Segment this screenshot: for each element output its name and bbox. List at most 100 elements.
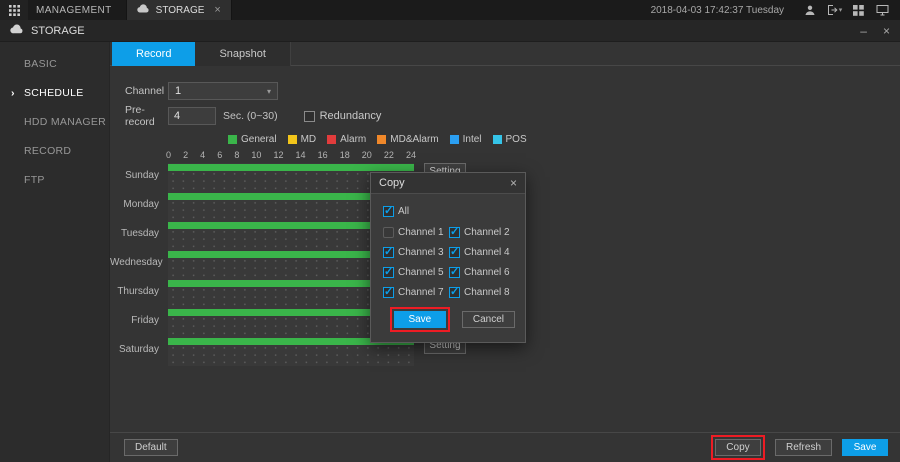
day-label: Thursday — [110, 279, 168, 305]
dialog-cancel-button[interactable]: Cancel — [462, 311, 515, 328]
tab[interactable]: Snapshot — [195, 42, 290, 66]
channel-select[interactable]: 1 ▾ — [168, 82, 278, 100]
channel-checkbox[interactable] — [383, 287, 394, 298]
storage-tab[interactable]: STORAGE × — [126, 0, 232, 20]
legend-item: Intel — [450, 134, 482, 145]
hour-label: 6 — [217, 150, 222, 160]
prerecord-label: Pre-record — [125, 104, 168, 128]
copy-button[interactable]: Copy — [715, 439, 761, 456]
save-button[interactable]: Save — [842, 439, 888, 456]
legend-swatch — [228, 135, 237, 144]
legend-item: General — [228, 134, 277, 145]
user-icon[interactable] — [798, 0, 822, 20]
monitor-icon[interactable] — [870, 0, 894, 20]
hour-label: 4 — [200, 150, 205, 160]
channel-option[interactable]: Channel 7 — [383, 287, 447, 298]
channel-option-label: Channel 4 — [464, 247, 510, 258]
channel-option-label: Channel 7 — [398, 287, 444, 298]
storage-tab-close-icon[interactable]: × — [214, 4, 220, 16]
legend-label: POS — [506, 134, 527, 145]
management-menu[interactable]: MANAGEMENT — [28, 0, 126, 20]
hour-label: 18 — [340, 150, 350, 160]
legend-item: MD&Alarm — [377, 134, 438, 145]
storage-tab-label: STORAGE — [156, 5, 205, 16]
copy-highlight-annotation: Copy — [711, 435, 765, 460]
redundancy-option[interactable]: Redundancy — [304, 110, 382, 122]
legend-swatch — [327, 135, 336, 144]
legend-label: MD — [301, 134, 317, 145]
legend-item: POS — [493, 134, 527, 145]
window-titlebar: STORAGE – × — [0, 20, 900, 42]
hour-label: 14 — [296, 150, 306, 160]
close-button[interactable]: × — [883, 24, 890, 38]
day-label: Friday — [110, 308, 168, 334]
channel-option[interactable]: Channel 4 — [449, 247, 513, 258]
channel-label: Channel — [125, 85, 168, 97]
sidebar: › BASIC › SCHEDULE › HDD MANAGER › RECOR… — [0, 42, 110, 462]
channel-option[interactable]: Channel 2 — [449, 227, 513, 238]
channel-checkbox[interactable] — [449, 267, 460, 278]
channel-checkbox[interactable] — [449, 287, 460, 298]
sidebar-item[interactable]: › SCHEDULE — [0, 79, 109, 108]
channel-checkbox[interactable] — [449, 247, 460, 258]
legend-item: MD — [288, 134, 317, 145]
hour-label: 2 — [183, 150, 188, 160]
hour-label: 10 — [251, 150, 261, 160]
legend-swatch — [493, 135, 502, 144]
hour-axis: 024681012141618202224 — [166, 150, 416, 160]
dialog-close-icon[interactable]: × — [510, 176, 517, 190]
channel-checkbox[interactable] — [449, 227, 460, 238]
sidebar-item[interactable]: › RECORD — [0, 137, 109, 166]
dialog-footer: Save Cancel — [371, 298, 525, 342]
prerecord-unit: Sec. (0~30) — [223, 110, 278, 122]
channel-grid: Channel 1 Channel 2 Channel 3 Channel 4 — [383, 227, 513, 298]
tabbar: Record Snapshot — [110, 42, 900, 66]
chevron-down-icon: ▾ — [267, 87, 271, 96]
legend-swatch — [288, 135, 297, 144]
all-label: All — [398, 206, 409, 217]
sidebar-item[interactable]: › FTP — [0, 166, 109, 195]
channel-option[interactable]: Channel 5 — [383, 267, 447, 278]
legend-item: Alarm — [327, 134, 366, 145]
hour-label: 16 — [318, 150, 328, 160]
sidebar-item-label: FTP — [24, 174, 45, 186]
save-highlight-annotation: Save — [390, 307, 450, 332]
default-button[interactable]: Default — [124, 439, 178, 456]
channel-option-label: Channel 3 — [398, 247, 444, 258]
dialog-body: All Channel 1 Channel 2 Channel 3 — [371, 194, 525, 298]
minimize-button[interactable]: – — [860, 24, 867, 38]
prerecord-input[interactable] — [168, 107, 216, 125]
logout-icon[interactable]: ▾ — [822, 0, 846, 20]
channel-checkbox[interactable] — [383, 247, 394, 258]
channel-checkbox[interactable] — [383, 267, 394, 278]
channel-option-label: Channel 8 — [464, 287, 510, 298]
sidebar-item-label: BASIC — [24, 58, 57, 70]
channel-option[interactable]: Channel 1 — [383, 227, 447, 238]
apps-grid-icon[interactable] — [0, 0, 28, 20]
day-label: Sunday — [110, 163, 168, 189]
channel-option[interactable]: Channel 6 — [449, 267, 513, 278]
channel-option[interactable]: Channel 8 — [449, 287, 513, 298]
all-option[interactable]: All — [383, 206, 513, 217]
all-checkbox[interactable] — [383, 206, 394, 217]
layout-grid-icon[interactable] — [846, 0, 870, 20]
channel-option-label: Channel 5 — [398, 267, 444, 278]
tab[interactable]: Record — [112, 42, 195, 66]
record-type-legend: General MD Alarm MD&Alarm Intel — [228, 134, 900, 145]
channel-checkbox[interactable] — [383, 227, 394, 238]
window-cloud-icon — [10, 24, 24, 37]
sidebar-item[interactable]: › BASIC — [0, 50, 109, 79]
channel-select-value: 1 — [175, 85, 181, 97]
dialog-save-button[interactable]: Save — [394, 311, 446, 328]
channel-option[interactable]: Channel 3 — [383, 247, 447, 258]
hour-label: 12 — [273, 150, 283, 160]
management-label: MANAGEMENT — [36, 5, 112, 16]
refresh-button[interactable]: Refresh — [775, 439, 832, 456]
legend-label: Intel — [463, 134, 482, 145]
tab-label: Record — [136, 48, 171, 60]
redundancy-checkbox[interactable] — [304, 111, 315, 122]
hour-label: 20 — [362, 150, 372, 160]
sidebar-item-label: SCHEDULE — [24, 87, 84, 99]
sidebar-item[interactable]: › HDD MANAGER — [0, 108, 109, 137]
dialog-title: Copy — [379, 177, 405, 189]
